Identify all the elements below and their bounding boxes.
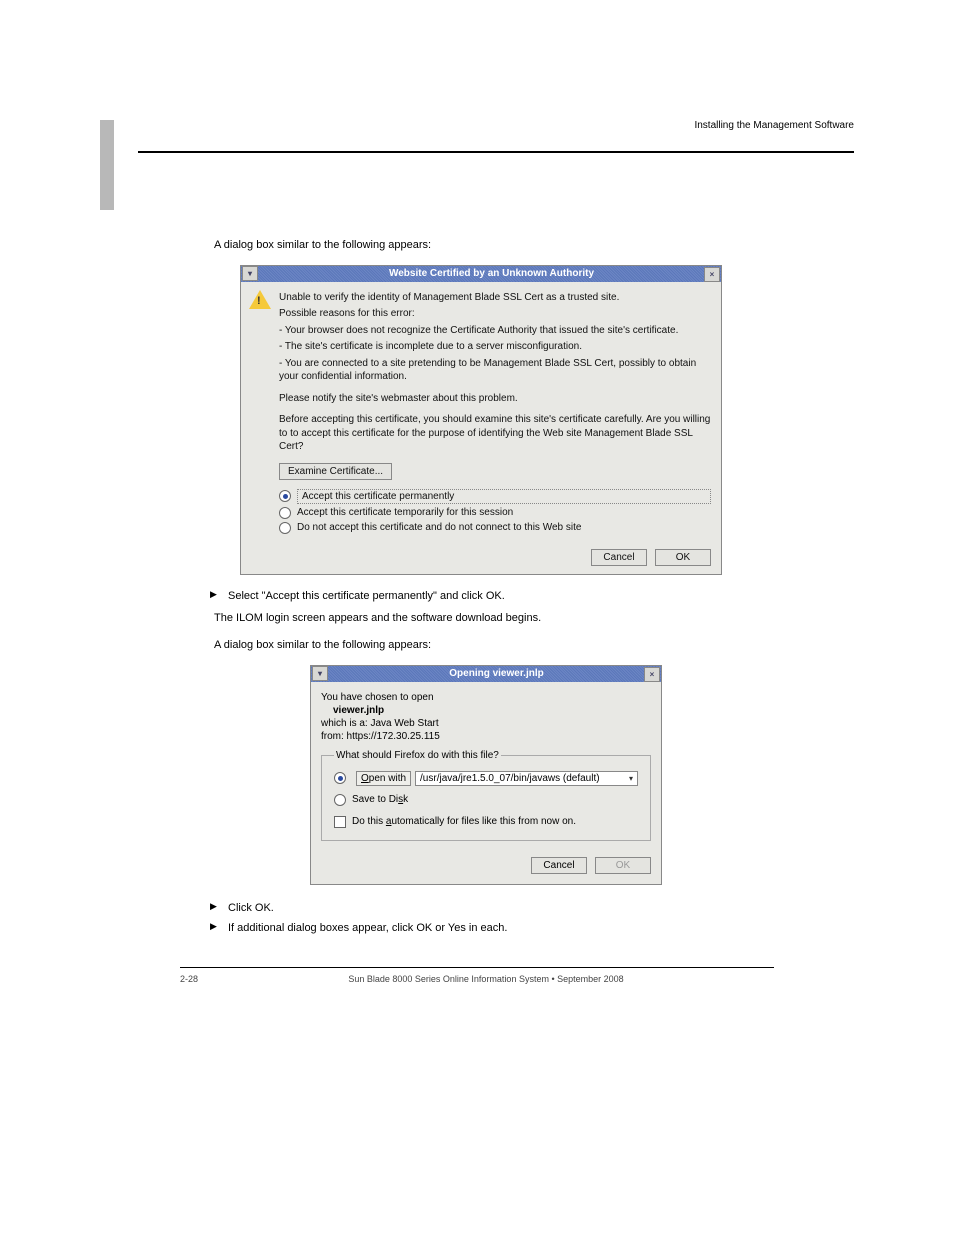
radio-icon xyxy=(279,490,291,502)
download-action-group: What should Firefox do with this file? O… xyxy=(321,750,651,841)
radio-open-with[interactable]: Open with /usr/java/jre1.5.0_07/bin/java… xyxy=(334,771,638,786)
cancel-button[interactable]: Cancel xyxy=(531,857,587,874)
radio-temp-label: Accept this certificate temporarily for … xyxy=(297,507,513,518)
radio-icon xyxy=(279,522,291,534)
window-menu-button[interactable]: ▾ xyxy=(242,266,258,281)
download-legend: What should Firefox do with this file? xyxy=(334,750,501,761)
download-title: Opening viewer.jnlp xyxy=(332,668,661,679)
cert-titlebar: ▾ Website Certified by an Unknown Author… xyxy=(241,266,721,282)
radio-accept-permanently[interactable]: Accept this certificate permanently xyxy=(279,489,711,504)
cert-line-unable: Unable to verify the identity of Managem… xyxy=(279,291,711,305)
ok-button[interactable]: OK xyxy=(595,857,651,874)
chevron-down-icon: ▾ xyxy=(248,269,252,278)
window-menu-button[interactable]: ▾ xyxy=(312,666,328,681)
radio-deny[interactable]: Do not accept this certificate and do no… xyxy=(279,522,711,534)
cert-reasons-label: Possible reasons for this error: xyxy=(279,307,711,321)
open-with-button[interactable]: Open with xyxy=(356,771,411,786)
bullet-icon: ▶ xyxy=(210,589,228,605)
cert-dialog: ▾ Website Certified by an Unknown Author… xyxy=(240,265,722,575)
checkbox-auto[interactable]: Do this automatically for files like thi… xyxy=(334,816,638,828)
chevron-down-icon: ▾ xyxy=(318,669,322,678)
download-intro-2: A dialog box similar to the following ap… xyxy=(214,638,814,654)
dl-which: which is a: Java Web Start xyxy=(321,718,651,729)
warning-icon xyxy=(249,290,271,312)
cert-title: Website Certified by an Unknown Authorit… xyxy=(262,268,721,279)
bullet-accept-perm: Select "Accept this certificate permanen… xyxy=(228,589,854,605)
cert-before: Before accepting this certificate, you s… xyxy=(279,413,711,454)
close-icon: × xyxy=(650,670,655,679)
dl-file: viewer.jnlp xyxy=(333,705,651,716)
examine-certificate-button[interactable]: Examine Certificate... xyxy=(279,463,392,480)
radio-icon xyxy=(279,507,291,519)
download-titlebar: ▾ Opening viewer.jnlp × xyxy=(311,666,661,682)
radio-deny-label: Do not accept this certificate and do no… xyxy=(297,522,581,533)
cert-reason1: - Your browser does not recognize the Ce… xyxy=(279,324,711,338)
save-to-disk-label: Save to Disk xyxy=(352,794,408,805)
bullet-click-ok: Click OK. xyxy=(228,901,854,917)
radio-accept-session[interactable]: Accept this certificate temporarily for … xyxy=(279,507,711,519)
radio-save-to-disk[interactable]: Save to Disk xyxy=(334,794,638,806)
auto-label: Do this automatically for files like thi… xyxy=(352,816,576,827)
dl-chosen: You have chosen to open xyxy=(321,692,651,703)
footer-page: 2-28 xyxy=(180,974,198,984)
open-with-value: /usr/java/jre1.5.0_07/bin/javaws (defaul… xyxy=(420,773,600,784)
cert-reason3: - You are connected to a site pretending… xyxy=(279,357,711,384)
section-tab xyxy=(100,120,114,210)
bullet-icon: ▶ xyxy=(210,921,228,937)
cert-notify: Please notify the site's webmaster about… xyxy=(279,392,711,406)
checkbox-icon xyxy=(334,816,346,828)
cancel-button[interactable]: Cancel xyxy=(591,549,647,566)
cert-intro: A dialog box similar to the following ap… xyxy=(214,238,814,254)
bullet-icon: ▶ xyxy=(210,901,228,917)
radio-icon xyxy=(334,772,346,784)
bullet-additional: If additional dialog boxes appear, click… xyxy=(228,921,854,937)
ok-button[interactable]: OK xyxy=(655,549,711,566)
dl-from: from: https://172.30.25.115 xyxy=(321,731,651,742)
close-button[interactable]: × xyxy=(704,267,720,282)
open-with-combo[interactable]: /usr/java/jre1.5.0_07/bin/javaws (defaul… xyxy=(415,771,638,786)
radio-icon xyxy=(334,794,346,806)
chevron-down-icon: ▾ xyxy=(629,774,633,783)
download-dialog: ▾ Opening viewer.jnlp × You have chosen … xyxy=(310,665,662,885)
header-right: Installing the Management Software xyxy=(218,120,854,131)
footer-title: Sun Blade 8000 Series Online Information… xyxy=(348,974,623,984)
cert-reason2: - The site's certificate is incomplete d… xyxy=(279,340,711,354)
download-intro-1: The ILOM login screen appears and the so… xyxy=(214,611,814,627)
close-button[interactable]: × xyxy=(644,667,660,682)
close-icon: × xyxy=(710,270,715,279)
radio-perm-label: Accept this certificate permanently xyxy=(297,489,711,504)
